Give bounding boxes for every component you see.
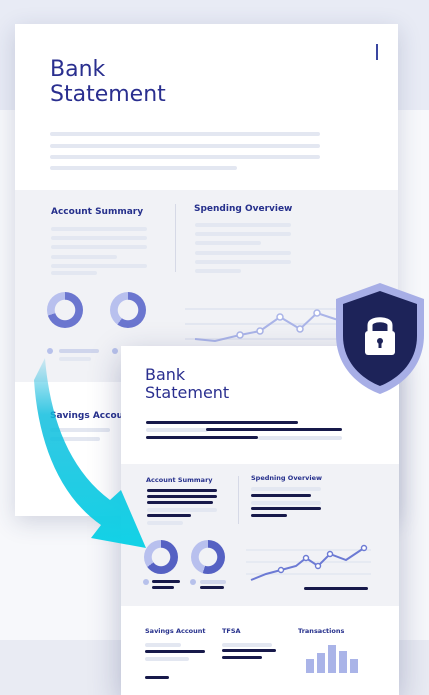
text-line xyxy=(146,421,298,424)
statement-title: Bank Statement xyxy=(50,57,250,107)
text-line xyxy=(50,437,100,441)
text-line xyxy=(206,428,342,431)
text-line xyxy=(258,436,342,440)
title-line-1: Bank xyxy=(145,365,186,384)
text-line xyxy=(51,227,147,231)
legend-dot xyxy=(47,348,53,354)
text-line xyxy=(147,514,191,517)
legend-line xyxy=(59,357,91,361)
text-line xyxy=(145,643,181,647)
text-line xyxy=(146,428,208,432)
text-line xyxy=(251,507,321,510)
text-line xyxy=(195,232,291,236)
text-line xyxy=(51,271,97,275)
text-line xyxy=(51,264,147,268)
text-line xyxy=(146,436,258,439)
text-line xyxy=(222,649,276,652)
text-line xyxy=(147,495,217,498)
title-line-2: Statement xyxy=(50,81,166,107)
text-line xyxy=(222,643,272,647)
legend-line xyxy=(200,580,226,584)
text-cursor xyxy=(376,44,378,60)
text-line xyxy=(195,241,261,245)
legend-line xyxy=(200,586,224,589)
text-line xyxy=(147,489,217,492)
text-line xyxy=(147,508,217,512)
text-line xyxy=(51,255,117,259)
section-divider xyxy=(175,204,176,272)
text-line xyxy=(50,155,320,159)
donut-chart xyxy=(110,292,146,328)
text-line xyxy=(147,521,183,525)
title-line-1: Bank xyxy=(50,57,106,82)
line-chart xyxy=(246,544,371,590)
text-line xyxy=(51,245,147,249)
text-line xyxy=(195,260,291,264)
text-line xyxy=(51,236,147,240)
donut-chart xyxy=(191,540,225,574)
legend-dot xyxy=(112,348,118,354)
legend-dot xyxy=(143,579,149,585)
legend-line xyxy=(152,586,174,589)
savings-account-heading: Savings Account xyxy=(145,627,206,635)
donut-chart xyxy=(144,540,178,574)
text-line xyxy=(251,514,287,517)
text-line xyxy=(147,501,213,504)
donut-chart xyxy=(47,292,83,328)
account-summary-heading: Account Summary xyxy=(51,207,144,217)
text-line xyxy=(251,487,321,491)
spending-overview-heading: Spending Overview xyxy=(194,204,293,214)
text-line xyxy=(145,676,169,679)
text-line xyxy=(195,223,291,227)
text-line xyxy=(50,428,110,432)
bar-chart xyxy=(306,645,358,673)
text-line xyxy=(50,132,320,136)
account-summary-heading: Account Summary xyxy=(146,476,213,484)
text-line xyxy=(251,501,321,505)
transactions-heading: Transactions xyxy=(298,627,345,635)
text-line xyxy=(222,656,262,659)
legend-line xyxy=(152,580,180,583)
tfsa-heading: TFSA xyxy=(222,627,241,635)
text-line xyxy=(251,494,311,497)
title-line-2: Statement xyxy=(145,382,230,402)
text-line xyxy=(50,166,237,170)
spending-overview-heading: Spedning Overview xyxy=(251,474,323,482)
statement-title: Bank Statement xyxy=(145,366,305,402)
shield-icon xyxy=(336,283,424,394)
legend-line xyxy=(59,349,99,353)
bank-statement-front: Bank Statement Account Summary Spedning … xyxy=(121,346,399,695)
text-line xyxy=(195,251,291,255)
text-line xyxy=(145,650,205,653)
text-line xyxy=(50,144,320,148)
text-line xyxy=(195,269,241,273)
legend-dot xyxy=(190,579,196,585)
text-line xyxy=(145,657,189,661)
section-divider xyxy=(238,476,239,524)
